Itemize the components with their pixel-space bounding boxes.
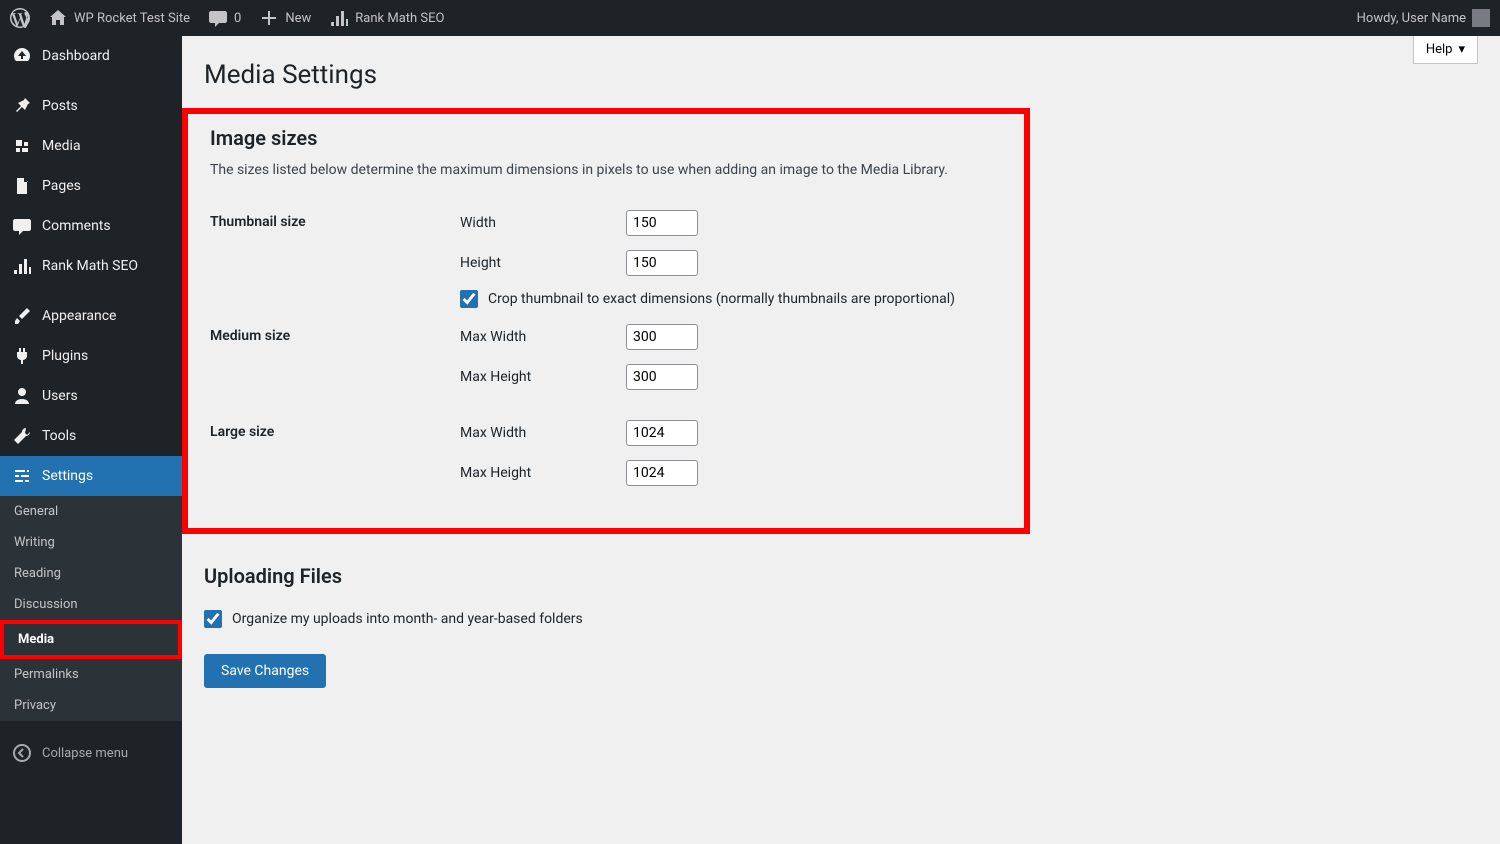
medium-maxw-label: Max Width	[460, 329, 626, 345]
brush-icon	[12, 306, 32, 326]
submenu-reading[interactable]: Reading	[0, 558, 182, 589]
bar-chart-icon	[329, 8, 349, 28]
organize-uploads-label: Organize my uploads into month- and year…	[232, 611, 583, 627]
collapse-menu[interactable]: Collapse menu	[0, 731, 182, 775]
new-link[interactable]: New	[259, 8, 311, 28]
wp-logo[interactable]	[10, 8, 30, 28]
chevron-down-icon: ▾	[1458, 42, 1465, 57]
sidebar-item-settings[interactable]: Settings	[0, 456, 182, 496]
admin-sidebar: Dashboard Posts Media Pages Comments Ran…	[0, 36, 182, 844]
user-greeting[interactable]: Howdy, User Name	[1357, 9, 1490, 27]
pin-icon	[12, 96, 32, 116]
submenu-discussion[interactable]: Discussion	[0, 589, 182, 620]
large-maxw-label: Max Width	[460, 425, 626, 441]
help-button[interactable]: Help ▾	[1413, 36, 1478, 64]
sidebar-item-label: Pages	[42, 178, 81, 194]
save-button[interactable]: Save Changes	[204, 654, 326, 688]
medium-maxh-label: Max Height	[460, 369, 626, 385]
sidebar-item-label: Rank Math SEO	[42, 258, 138, 274]
thumbnail-width-input[interactable]	[626, 210, 698, 236]
large-maxw-input[interactable]	[626, 420, 698, 446]
greeting-text: Howdy, User Name	[1357, 11, 1466, 26]
avatar	[1472, 9, 1490, 27]
large-heading: Large size	[210, 412, 460, 508]
sidebar-item-label: Plugins	[42, 348, 88, 364]
medium-heading: Medium size	[210, 316, 460, 412]
page-icon	[12, 176, 32, 196]
sidebar-item-rank-math[interactable]: Rank Math SEO	[0, 246, 182, 286]
comments-count: 0	[234, 11, 241, 26]
section-description: The sizes listed below determine the max…	[210, 162, 1024, 178]
thumbnail-heading: Thumbnail size	[210, 202, 460, 316]
sidebar-item-plugins[interactable]: Plugins	[0, 336, 182, 376]
sidebar-item-label: Dashboard	[42, 48, 110, 64]
medium-maxh-input[interactable]	[626, 364, 698, 390]
page-title: Media Settings	[204, 60, 1478, 90]
sidebar-item-label: Tools	[42, 428, 76, 444]
main-content: Help ▾ Media Settings Image sizes The si…	[182, 36, 1500, 844]
large-maxh-input[interactable]	[626, 460, 698, 486]
thumbnail-height-label: Height	[460, 255, 626, 271]
site-link[interactable]: WP Rocket Test Site	[48, 8, 190, 28]
sliders-icon	[12, 466, 32, 486]
collapse-icon	[12, 743, 32, 763]
sidebar-item-tools[interactable]: Tools	[0, 416, 182, 456]
sidebar-item-appearance[interactable]: Appearance	[0, 296, 182, 336]
sidebar-item-media[interactable]: Media	[0, 126, 182, 166]
submenu-media[interactable]: Media	[4, 624, 178, 655]
submenu-permalinks[interactable]: Permalinks	[0, 659, 182, 690]
thumbnail-height-input[interactable]	[626, 250, 698, 276]
submenu-privacy[interactable]: Privacy	[0, 690, 182, 721]
sidebar-item-posts[interactable]: Posts	[0, 86, 182, 126]
sidebar-item-label: Posts	[42, 98, 78, 114]
plug-icon	[12, 346, 32, 366]
thumbnail-width-label: Width	[460, 215, 626, 231]
submenu-general[interactable]: General	[0, 496, 182, 527]
new-label: New	[285, 11, 311, 26]
wrench-icon	[12, 426, 32, 446]
site-name: WP Rocket Test Site	[74, 11, 190, 26]
home-icon	[48, 8, 68, 28]
uploading-files-section: Uploading Files Organize my uploads into…	[204, 564, 1478, 628]
medium-maxw-input[interactable]	[626, 324, 698, 350]
large-maxh-label: Max Height	[460, 465, 626, 481]
bar-chart-icon	[12, 256, 32, 276]
user-icon	[12, 386, 32, 406]
gauge-icon	[12, 46, 32, 66]
sidebar-item-label: Comments	[42, 218, 111, 234]
section-heading: Image sizes	[210, 126, 1024, 150]
organize-uploads-checkbox[interactable]	[204, 610, 222, 628]
sidebar-item-label: Media	[42, 138, 81, 154]
admin-toolbar: WP Rocket Test Site 0 New Rank Math SEO …	[0, 0, 1500, 36]
collapse-label: Collapse menu	[42, 746, 128, 761]
help-label: Help	[1426, 42, 1453, 57]
crop-thumbnail-label: Crop thumbnail to exact dimensions (norm…	[488, 291, 955, 307]
media-icon	[12, 136, 32, 156]
rank-math-label: Rank Math SEO	[355, 11, 444, 26]
settings-submenu: General Writing Reading Discussion Media…	[0, 496, 182, 721]
sidebar-item-label: Appearance	[42, 308, 116, 324]
plus-icon	[259, 8, 279, 28]
wordpress-icon	[10, 8, 30, 28]
comment-icon	[12, 216, 32, 236]
sidebar-item-label: Users	[42, 388, 78, 404]
submenu-writing[interactable]: Writing	[0, 527, 182, 558]
crop-thumbnail-checkbox[interactable]	[460, 290, 478, 308]
sidebar-item-label: Settings	[42, 468, 93, 484]
image-sizes-section: Image sizes The sizes listed below deter…	[182, 108, 1030, 534]
comments-link[interactable]: 0	[208, 8, 241, 28]
sidebar-item-dashboard[interactable]: Dashboard	[0, 36, 182, 76]
sidebar-item-pages[interactable]: Pages	[0, 166, 182, 206]
section-heading: Uploading Files	[204, 564, 1478, 588]
sidebar-item-comments[interactable]: Comments	[0, 206, 182, 246]
sidebar-item-users[interactable]: Users	[0, 376, 182, 416]
rank-math-link[interactable]: Rank Math SEO	[329, 8, 444, 28]
comments-icon	[208, 8, 228, 28]
